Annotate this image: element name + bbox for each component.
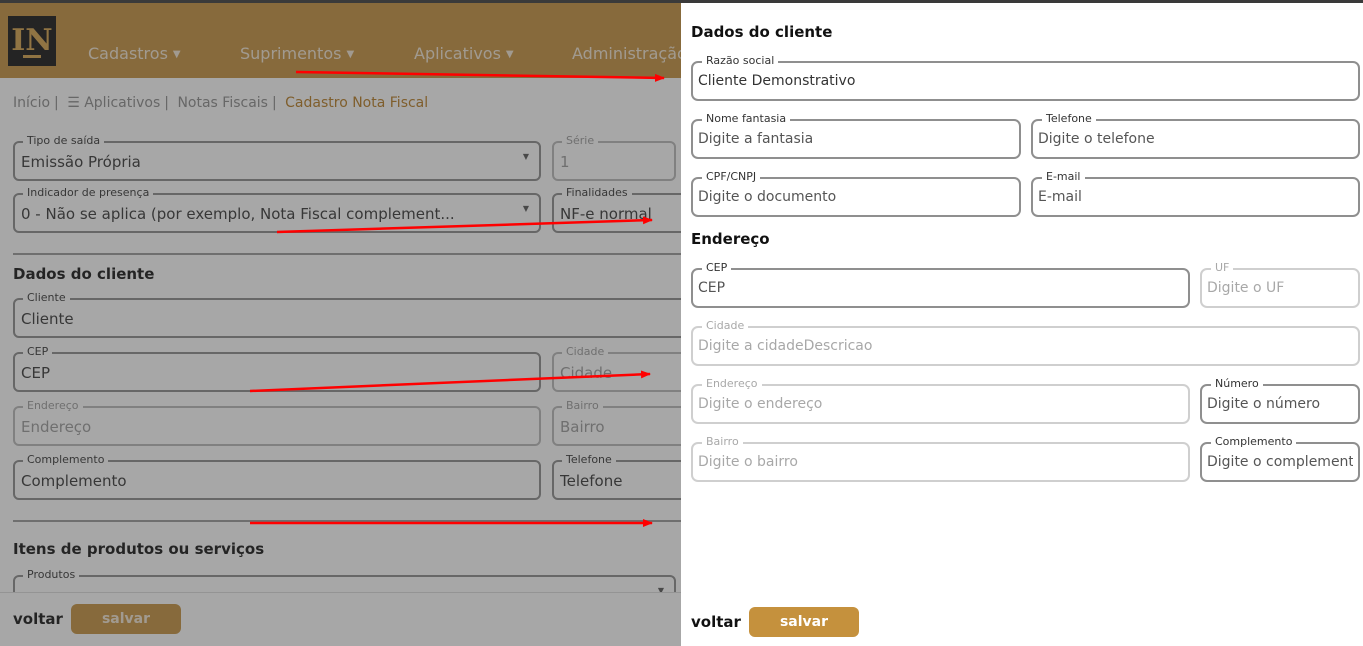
app-logo[interactable]: IN (8, 16, 56, 66)
nome-fantasia-field: Nome fantasia (691, 112, 1021, 159)
field-label: Produtos (23, 568, 80, 582)
field-label: Tipo de saída (23, 134, 105, 148)
field-label: Endereço (702, 377, 762, 391)
field-label: CEP (23, 345, 53, 359)
field-label: E-mail (1042, 170, 1085, 184)
cpf-cnpj-input[interactable] (698, 187, 1014, 207)
endereco-input (698, 394, 1183, 414)
divider (13, 253, 681, 255)
telefone-field[interactable]: Telefone Telefone (552, 453, 692, 500)
field-label: Número (1211, 377, 1263, 391)
nav-administracao[interactable]: Administração (572, 44, 687, 63)
cidade-field: Cidade (691, 319, 1360, 366)
uf-field: UF (1200, 261, 1360, 308)
bairro-field: Bairro (691, 435, 1190, 482)
field-label: Complemento (1211, 435, 1297, 449)
field-label: UF (1211, 261, 1234, 275)
cidade-field: Cidade Cidade (552, 345, 692, 392)
field-label: Finalidades (562, 186, 632, 200)
cep-field: CEP (691, 261, 1190, 308)
bairro-field: Bairro Bairro (552, 399, 692, 446)
field-value: Complemento (21, 472, 127, 490)
uf-input (1207, 278, 1353, 298)
serie-field: Série 1 (552, 134, 676, 181)
field-label: Complemento (23, 453, 109, 467)
section-title-cliente: Dados do cliente (13, 265, 155, 283)
chevron-down-icon: ▼ (505, 49, 514, 60)
voltar-link[interactable]: voltar (13, 610, 63, 628)
nome-fantasia-input[interactable] (698, 129, 1014, 149)
field-label: Série (562, 134, 599, 148)
field-value: 1 (560, 153, 570, 171)
razao-social-input[interactable] (698, 71, 1353, 91)
numero-field: Número (1200, 377, 1360, 424)
field-value: Cliente (21, 310, 74, 328)
field-label: CPF/CNPJ (702, 170, 761, 184)
complemento-field: Complemento (1200, 435, 1360, 482)
breadcrumb-home[interactable]: Início (13, 95, 50, 111)
field-label: Cidade (702, 319, 749, 333)
cep-field[interactable]: CEP CEP (13, 345, 541, 392)
field-value: Endereço (21, 418, 92, 436)
breadcrumb-apps[interactable]: ☰ Aplicativos (67, 95, 160, 111)
section-title-itens: Itens de produtos ou serviços (13, 540, 265, 558)
field-value: Cidade (560, 364, 613, 382)
breadcrumb: Início | ☰ Aplicativos | Notas Fiscais | Ca… (13, 95, 429, 111)
salvar-button[interactable]: salvar (71, 604, 181, 634)
field-label: Nome fantasia (702, 112, 791, 126)
endereco-field: Endereço Endereço (13, 399, 541, 446)
cpf-cnpj-field: CPF/CNPJ (691, 170, 1021, 217)
complemento-input[interactable] (1207, 452, 1353, 472)
divider (13, 520, 681, 522)
nav-aplicativos[interactable]: Aplicativos ▼ (414, 44, 514, 63)
field-value: 0 - Não se aplica (por exemplo, Nota Fis… (21, 205, 455, 223)
section-title-cliente: Dados do cliente (691, 23, 833, 41)
field-value: Telefone (560, 472, 623, 490)
field-label: Endereço (23, 399, 83, 413)
field-value: Bairro (560, 418, 605, 436)
email-field: E-mail (1031, 170, 1360, 217)
field-value: CEP (21, 364, 50, 382)
telefone-input[interactable] (1038, 129, 1353, 149)
nav-suprimentos[interactable]: Suprimentos ▼ (240, 44, 354, 63)
field-label: Cidade (562, 345, 609, 359)
finalidades-select[interactable]: Finalidades NF-e normal (552, 186, 692, 233)
cidade-input (698, 336, 1353, 356)
telefone-field: Telefone (1031, 112, 1360, 159)
razao-social-field: Razão social (691, 54, 1360, 101)
field-label: Telefone (562, 453, 616, 467)
email-input[interactable] (1038, 187, 1353, 207)
field-label: Telefone (1042, 112, 1096, 126)
numero-input[interactable] (1207, 394, 1353, 414)
field-label: Indicador de presença (23, 186, 154, 200)
salvar-button[interactable]: salvar (749, 607, 859, 637)
nav-cadastros[interactable]: Cadastros ▼ (88, 44, 181, 63)
endereco-field: Endereço (691, 377, 1190, 424)
dropdown-arrow-icon: ▼ (522, 204, 529, 213)
chevron-down-icon: ▼ (172, 49, 181, 60)
indicador-presenca-select[interactable]: Indicador de presença 0 - Não se aplica … (13, 186, 541, 233)
cliente-field[interactable]: Cliente Cliente (13, 291, 713, 338)
field-label: Bairro (702, 435, 743, 449)
complemento-field[interactable]: Complemento Complemento (13, 453, 541, 500)
section-title-endereco: Endereço (691, 230, 770, 248)
bairro-input (698, 452, 1183, 472)
chevron-down-icon: ▼ (346, 49, 355, 60)
field-label: Bairro (562, 399, 603, 413)
field-label: Razão social (702, 54, 779, 68)
field-label: Cliente (23, 291, 70, 305)
field-label: CEP (702, 261, 732, 275)
dropdown-arrow-icon: ▼ (522, 152, 529, 161)
field-value: Emissão Própria (21, 153, 141, 171)
voltar-link[interactable]: voltar (691, 613, 741, 631)
breadcrumb-nf[interactable]: Notas Fiscais (177, 95, 268, 111)
tipo-saida-select[interactable]: Tipo de saída Emissão Própria ▼ (13, 134, 541, 181)
breadcrumb-current: Cadastro Nota Fiscal (285, 95, 429, 111)
cep-input[interactable] (698, 278, 1183, 298)
field-value: NF-e normal (560, 205, 652, 223)
cliente-drawer: Dados do cliente Razão social Nome fanta… (681, 0, 1363, 646)
